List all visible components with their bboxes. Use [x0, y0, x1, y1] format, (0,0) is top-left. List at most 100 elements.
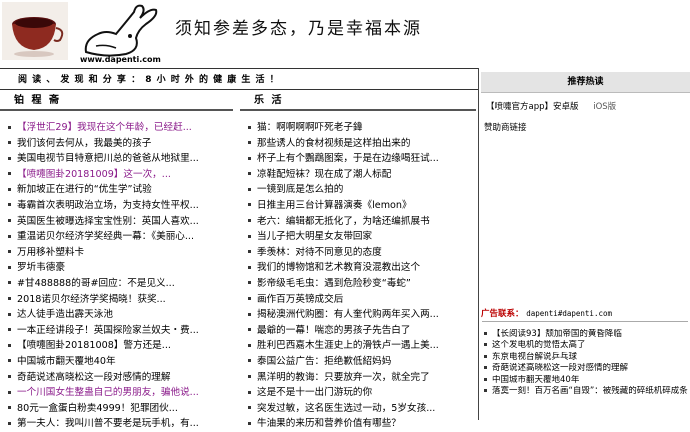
rabbit-logo-icon[interactable]: [76, 0, 161, 58]
bullet-icon: [484, 377, 487, 381]
list-item[interactable]: 画作百万英镑成交后: [240, 292, 476, 308]
article-link[interactable]: 重温诺贝尔经济学奖经典一幕：《美丽心...: [17, 231, 194, 242]
sidebar-link-item[interactable]: 东京电视台解说乒乓球: [484, 352, 688, 363]
sidebar-link-item[interactable]: 中国城市翻天覆地40年: [484, 375, 688, 386]
list-item[interactable]: 中国城市翻天覆地40年: [0, 354, 233, 370]
list-item[interactable]: 杯子上有个鸚鵡图案，于是在边缘喝狂试...: [240, 151, 476, 167]
list-item[interactable]: 季羡林：对待不同意见的态度: [240, 245, 476, 261]
article-link[interactable]: 一镜到底是怎么拍的: [257, 184, 343, 195]
list-item[interactable]: 万用移补塑料卡: [0, 245, 233, 261]
list-item[interactable]: 泰国公益广告：拒绝歉低紹妈妈: [240, 354, 476, 370]
list-item[interactable]: 【喷嚏图卦20181009】这一次，...: [0, 167, 233, 183]
article-link[interactable]: 【浮世汇29】我现在这个年龄，已经赶...: [17, 122, 192, 133]
list-item[interactable]: 重温诺贝尔经济学奖经典一幕：《美丽心...: [0, 229, 233, 245]
sidebar-link-item[interactable]: 落寞一刻！百万名画“自毁”：被残藏的碎纸机碎成条: [484, 386, 688, 397]
article-link[interactable]: 胜利巴西嘉木生涯史上的滑铁卢一遇上美...: [257, 340, 439, 351]
sidebar-link[interactable]: 落寞一刻！百万名画“自毁”：被残藏的碎纸机碎成条: [492, 386, 688, 396]
article-link[interactable]: 画作百万英镑成交后: [257, 294, 343, 305]
list-item[interactable]: 第一夫人：我叫川普不要老是玩手机，有...: [0, 416, 233, 432]
article-link[interactable]: 毒霸首次表明政治立场，为支持女性平权...: [17, 200, 199, 211]
list-item[interactable]: 奇葩说述高晓松这一段对感情的理解: [0, 370, 233, 386]
article-link[interactable]: 老六：编辑都无抵化了，为啥还编抓展书: [257, 216, 430, 227]
list-item[interactable]: 最爺的一幕！喘恋的男孩子先告白了: [240, 323, 476, 339]
list-item[interactable]: 我们的博物馆和艺术教育没混教出这个: [240, 260, 476, 276]
left-column-title[interactable]: 铂 程 斋: [0, 92, 233, 111]
list-item[interactable]: 达人徒手造出霹天泳池: [0, 307, 233, 323]
article-link[interactable]: 猫：啊啊啊啊吓死老子鍏: [257, 122, 363, 133]
article-link[interactable]: 80元一盒蛋白粉卖4999！犯罪团伙...: [17, 403, 178, 414]
article-link[interactable]: 新加坡正在进行的“优生学”试验: [17, 184, 152, 195]
list-item[interactable]: 当儿子把大明星女友带回家: [240, 229, 476, 245]
list-item[interactable]: 【喷嚏图卦20181008】警方还是...: [0, 338, 233, 354]
list-item[interactable]: 揭秘澳洲代购圈：有人奎代购两年买入两...: [240, 307, 476, 323]
article-link[interactable]: 日推主用三台计算器演奏《lemon》: [257, 200, 412, 211]
sidebar-link-item[interactable]: 【长阅读93】颓加帝国的黄昏降临: [484, 329, 688, 340]
sidebar-link[interactable]: 【长阅读93】颓加帝国的黄昏降临: [492, 329, 622, 339]
article-link[interactable]: 一个川国女生整蛊自己的男朋友，骗他说...: [17, 387, 199, 398]
article-link[interactable]: 影帝级毛毛虫：遇到危险秒变“毒蛇”: [257, 278, 411, 289]
list-item[interactable]: 老六：编辑都无抵化了，为啥还编抓展书: [240, 214, 476, 230]
bullet-icon: [8, 359, 11, 363]
article-link[interactable]: 达人徒手造出霹天泳池: [17, 309, 113, 320]
article-link[interactable]: 中国城市翻天覆地40年: [17, 356, 116, 367]
article-link[interactable]: 当儿子把大明星女友带回家: [257, 231, 372, 242]
list-item[interactable]: 那些诱人的食材视频是这样拍出来的: [240, 136, 476, 152]
site-url[interactable]: www.dapenti.com: [80, 55, 161, 64]
article-link[interactable]: 我们的博物馆和艺术教育没混教出这个: [257, 262, 420, 273]
article-link[interactable]: 揭秘澳洲代购圈：有人奎代购两年买入两...: [257, 309, 439, 320]
list-item[interactable]: 凉鞋配短袜？现在成了潮人标配: [240, 167, 476, 183]
list-item[interactable]: 一镜到底是怎么拍的: [240, 182, 476, 198]
list-item[interactable]: 胜利巴西嘉木生涯史上的滑铁卢一遇上美...: [240, 338, 476, 354]
list-item[interactable]: 一本正经讲段子！英国探险家兰奴夫・费...: [0, 323, 233, 339]
list-item[interactable]: 猫：啊啊啊啊吓死老子鍏: [240, 120, 476, 136]
sidebar-link-item[interactable]: 这个发电机的觉悟太高了: [484, 340, 688, 351]
list-item[interactable]: 新加坡正在进行的“优生学”试验: [0, 182, 233, 198]
list-item[interactable]: 日推主用三台计算器演奏《lemon》: [240, 198, 476, 214]
list-item[interactable]: 毒霸首次表明政治立场，为支持女性平权...: [0, 198, 233, 214]
article-link[interactable]: 这是不是十一出门游玩的你: [257, 387, 372, 398]
list-item[interactable]: 影帝级毛毛虫：遇到危险秒变“毒蛇”: [240, 276, 476, 292]
right-column-title[interactable]: 乐 活: [240, 92, 476, 111]
list-item[interactable]: 罗圻韦德豪: [0, 260, 233, 276]
article-link[interactable]: 那些诱人的食材视频是这样拍出来的: [257, 138, 411, 149]
article-link[interactable]: 突发过敏，这名医生选过一动，5岁女孩...: [257, 403, 435, 414]
list-item[interactable]: 我们该何去何从，我最美的孩子: [0, 136, 233, 152]
article-link[interactable]: 季羡林：对待不同意见的态度: [257, 247, 382, 258]
tea-cup-logo-icon[interactable]: [2, 2, 68, 60]
list-item[interactable]: 这是不是十一出门游玩的你: [240, 385, 476, 401]
article-link[interactable]: 泰国公益广告：拒绝歉低紹妈妈: [257, 356, 391, 367]
list-item[interactable]: 黑洋明的教诲：只要放弃一次，就全完了: [240, 370, 476, 386]
article-link[interactable]: #甘488888的哥#回应：不是见义...: [17, 278, 175, 289]
article-link[interactable]: 罗圻韦德豪: [17, 262, 65, 273]
article-link[interactable]: 杯子上有个鸚鵡图案，于是在边缘喝狂试...: [257, 153, 439, 164]
article-link[interactable]: 奇葩说述高晓松这一段对感情的理解: [17, 372, 171, 383]
list-item[interactable]: 突发过敏，这名医生选过一动，5岁女孩...: [240, 401, 476, 417]
article-link[interactable]: 英国医生被曝选择宝宝性别：英国人喜欢...: [17, 216, 199, 227]
article-link[interactable]: 我们该何去何从，我最美的孩子: [17, 138, 151, 149]
sidebar-link[interactable]: 奇葩说述高晓松这一段对感情的理解: [492, 363, 628, 373]
article-link[interactable]: 一本正经讲段子！英国探险家兰奴夫・费...: [17, 325, 199, 336]
sidebar-link-item[interactable]: 奇葩说述高晓松这一段对感情的理解: [484, 363, 688, 374]
sidebar-link[interactable]: 这个发电机的觉悟太高了: [492, 340, 586, 350]
list-item[interactable]: 【浮世汇29】我现在这个年龄，已经赶...: [0, 120, 233, 136]
list-item[interactable]: #甘488888的哥#回应：不是见义...: [0, 276, 233, 292]
sidebar-link[interactable]: 中国城市翻天覆地40年: [492, 375, 579, 385]
article-link[interactable]: 万用移补塑料卡: [17, 247, 84, 258]
ios-app-link[interactable]: iOS版: [593, 102, 616, 112]
sidebar-link[interactable]: 东京电视台解说乒乓球: [492, 352, 577, 362]
article-link[interactable]: 黑洋明的教诲：只要放弃一次，就全完了: [257, 372, 430, 383]
article-link[interactable]: 最爺的一幕！喘恋的男孩子先告白了: [257, 325, 411, 336]
article-link[interactable]: 【喷嚏图卦20181008】警方还是...: [17, 340, 171, 351]
article-link[interactable]: 凉鞋配短袜？现在成了潮人标配: [257, 169, 391, 180]
list-item[interactable]: 80元一盒蛋白粉卖4999！犯罪团伙...: [0, 401, 233, 417]
article-link[interactable]: 美国电视节目特意把川总的爸爸从地狱里...: [17, 153, 199, 164]
article-link[interactable]: 2018诺贝尔经济学奖揭晓！获奖...: [17, 294, 166, 305]
list-item[interactable]: 一个川国女生整蛊自己的男朋友，骗他说...: [0, 385, 233, 401]
article-link[interactable]: 【喷嚏图卦20181009】这一次，...: [17, 169, 171, 180]
list-item[interactable]: 2018诺贝尔经济学奖揭晓！获奖...: [0, 292, 233, 308]
list-item[interactable]: 美国电视节目特意把川总的爸爸从地狱里...: [0, 151, 233, 167]
ad-contact-email[interactable]: dapenti#dapenti.com: [526, 309, 612, 318]
list-item[interactable]: 牛油果的来历和营养价值有哪些？: [240, 416, 476, 432]
android-app-link[interactable]: 【喷嚏官方app】安卓版: [486, 102, 579, 112]
list-item[interactable]: 英国医生被曝选择宝宝性别：英国人喜欢...: [0, 214, 233, 230]
